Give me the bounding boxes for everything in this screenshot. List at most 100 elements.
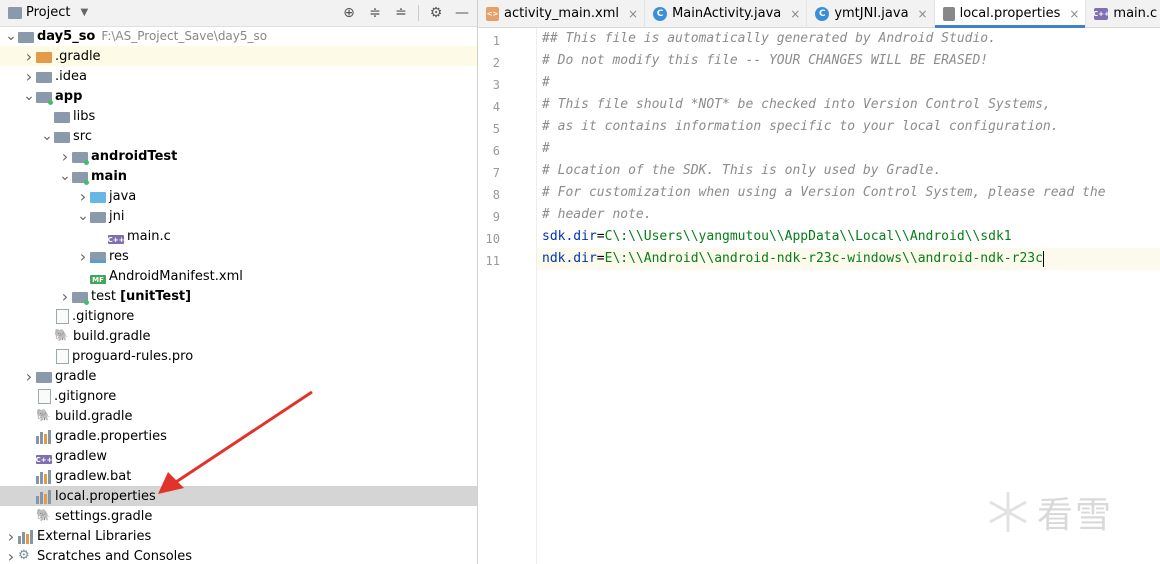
editor-tab[interactable]: local.properties ×	[934, 0, 1087, 28]
minimize-icon[interactable]: —	[453, 4, 471, 22]
watermark: 看雪	[985, 482, 1145, 542]
close-icon[interactable]: ×	[918, 7, 928, 21]
tree-item-label: gradlew	[55, 448, 108, 464]
editor-tab[interactable]: C++main.c×	[1086, 0, 1160, 27]
editor-tab[interactable]: CymtJNI.java ×	[807, 0, 935, 27]
line-number: 4	[492, 100, 500, 114]
code-line[interactable]: # This file should *NOT* be checked into…	[542, 94, 1051, 116]
bar-glyph	[40, 472, 43, 484]
tree-row[interactable]: proguard-rules.pro	[0, 346, 477, 366]
tree-row[interactable]: MF AndroidManifest.xml	[0, 266, 477, 286]
chevron-down-icon[interactable]: ⌄	[22, 86, 36, 106]
code-line[interactable]: #	[542, 138, 550, 160]
chevron-down-icon[interactable]: ⌄	[40, 126, 54, 146]
tree-item-label: jni	[109, 208, 125, 224]
code-line[interactable]: ndk.dir=E\:\\Android\\android-ndk-r23c-w…	[537, 248, 1160, 270]
code-line[interactable]: # For customization when using a Version…	[542, 182, 1106, 204]
tree-row[interactable]: › ⚙ Scratches and Consoles	[0, 546, 477, 564]
tree-row[interactable]: gradlew.bat	[0, 466, 477, 486]
chevron-right-icon[interactable]: ›	[22, 66, 36, 86]
chevron-right-icon[interactable]: ›	[58, 146, 72, 166]
chevron-right-icon[interactable]: ›	[22, 366, 36, 386]
code-line[interactable]: # Location of the SDK. This is only used…	[542, 160, 941, 182]
bar-glyph	[48, 490, 51, 504]
tree-row[interactable]: ⌄ day5_so F:\AS_Project_Save\day5_so	[0, 26, 477, 46]
editor-tab[interactable]: <> activity_main.xml ×	[478, 0, 646, 27]
tree-item-label: gradle	[55, 368, 97, 384]
tree-item-label: day5_so	[37, 28, 96, 44]
tree-row[interactable]: › test [unitTest]	[0, 286, 477, 306]
folder-icon	[90, 212, 106, 223]
tree-row[interactable]: › .idea	[0, 66, 477, 86]
tree-row[interactable]: ⌄ app	[0, 86, 477, 106]
editor-tab[interactable]: C MainActivity.java ×	[645, 0, 808, 27]
tree-item-label: gradlew.bat	[55, 468, 132, 484]
gear-icon[interactable]: ⚙	[427, 4, 445, 22]
tree-row[interactable]: ⌄ src	[0, 126, 477, 146]
chevron-right-icon[interactable]: ›	[4, 526, 18, 546]
chevron-right-icon[interactable]: ›	[76, 246, 90, 266]
chevron-down-icon[interactable]: ⌄	[58, 166, 72, 186]
chevron-right-icon[interactable]: ›	[22, 46, 36, 66]
close-icon[interactable]: ×	[790, 7, 800, 21]
chevron-down-icon[interactable]: ⌄	[76, 206, 90, 226]
property-equals: =	[596, 251, 605, 266]
tree-row[interactable]: local.properties	[0, 486, 477, 506]
project-panel-header: Project ▼ ⊕ ≑ ≐ ⚙ —	[0, 0, 477, 27]
tree-row[interactable]: libs	[0, 106, 477, 126]
code-line[interactable]: # header note.	[542, 204, 652, 226]
tree-row[interactable]: ⌄ jni	[0, 206, 477, 226]
tree-row[interactable]: › gradle	[0, 366, 477, 386]
tree-row[interactable]: › java	[0, 186, 477, 206]
tree-row[interactable]: .gitignore	[0, 386, 477, 406]
tree-item-label: .gitignore	[72, 308, 135, 324]
close-icon[interactable]: ×	[1069, 7, 1079, 21]
chevron-down-icon[interactable]: ⌄	[4, 26, 18, 46]
properties-icon	[18, 528, 34, 544]
tree-row[interactable]: 🐘 build.gradle	[0, 326, 477, 346]
tree-row[interactable]: 🐘 settings.gradle	[0, 506, 477, 526]
code-line[interactable]: sdk.dir=C\:\\Users\\yangmutou\\AppData\\…	[542, 226, 1012, 248]
tree-row[interactable]: › androidTest	[0, 146, 477, 166]
project-panel-icon	[8, 6, 22, 19]
tree-row[interactable]: .gitignore	[0, 306, 477, 326]
close-icon[interactable]: ×	[628, 7, 638, 21]
code-line[interactable]: # as it contains information specific to…	[542, 116, 1059, 138]
code-line[interactable]: # Do not modify this file -- YOUR CHANGE…	[542, 50, 988, 72]
chevron-right-icon[interactable]: ›	[4, 546, 18, 564]
tree-row[interactable]: › res	[0, 246, 477, 266]
module-dot-icon	[48, 100, 53, 105]
module-dot-icon	[84, 180, 89, 185]
tree-row[interactable]: C++ main.c	[0, 226, 477, 246]
properties-icon	[36, 468, 52, 484]
line-number: 2	[492, 56, 500, 70]
target-icon[interactable]: ⊕	[340, 4, 358, 22]
folder-icon	[36, 52, 52, 63]
folder-icon	[36, 72, 52, 83]
chevron-right-icon[interactable]: ›	[58, 286, 72, 306]
code-comment: ## This file is automatically generated …	[542, 31, 996, 46]
tree-row[interactable]: gradle.properties	[0, 426, 477, 446]
code-line[interactable]: #	[542, 72, 550, 94]
tree-row[interactable]: ⌄ main	[0, 166, 477, 186]
bar-glyph	[48, 470, 51, 484]
tree-item-label: AndroidManifest.xml	[109, 268, 243, 284]
project-view-selector[interactable]: Project ▼	[8, 5, 88, 20]
tree-row[interactable]: › External Libraries	[0, 526, 477, 546]
chevron-right-icon[interactable]: ›	[76, 186, 90, 206]
collapse-all-icon[interactable]: ≐	[392, 4, 410, 22]
property-equals: =	[596, 229, 605, 244]
tree-row[interactable]: › .gradle	[0, 46, 477, 66]
tree-row[interactable]: 🐘 build.gradle	[0, 406, 477, 426]
code-line[interactable]: ## This file is automatically generated …	[542, 28, 996, 50]
tree-item-label: main.c	[127, 228, 171, 244]
tree-row[interactable]: C++ gradlew	[0, 446, 477, 466]
folder-icon	[72, 292, 89, 305]
code-comment: # For customization when using a Version…	[542, 185, 1106, 200]
gradle-icon: 🐘	[54, 328, 69, 342]
folder-icon	[72, 172, 89, 185]
expand-all-icon[interactable]: ≑	[366, 4, 384, 22]
bar-glyph	[40, 432, 43, 444]
